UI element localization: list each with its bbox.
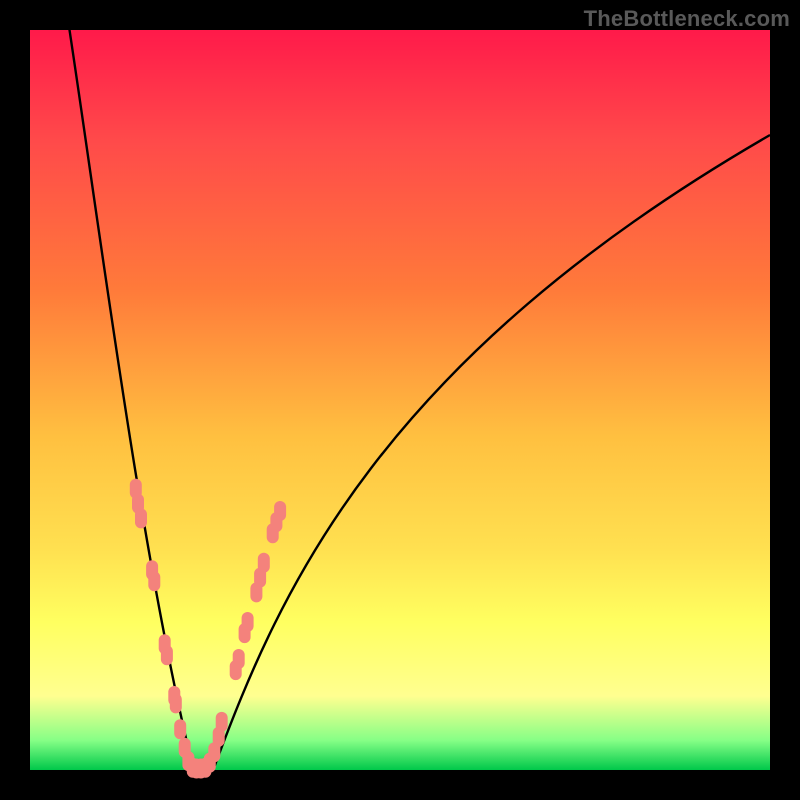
data-marker xyxy=(161,645,173,665)
data-marker xyxy=(148,571,160,591)
chart-plot-area xyxy=(30,30,770,770)
bottleneck-curve xyxy=(68,20,770,771)
data-marker xyxy=(216,712,228,732)
data-marker xyxy=(170,693,182,713)
data-marker xyxy=(135,508,147,528)
watermark-text: TheBottleneck.com xyxy=(584,6,790,32)
chart-svg xyxy=(30,30,770,770)
data-marker xyxy=(258,553,270,573)
marker-group xyxy=(130,479,286,779)
data-marker xyxy=(274,501,286,521)
data-marker xyxy=(174,719,186,739)
data-marker xyxy=(233,649,245,669)
data-marker xyxy=(242,612,254,632)
